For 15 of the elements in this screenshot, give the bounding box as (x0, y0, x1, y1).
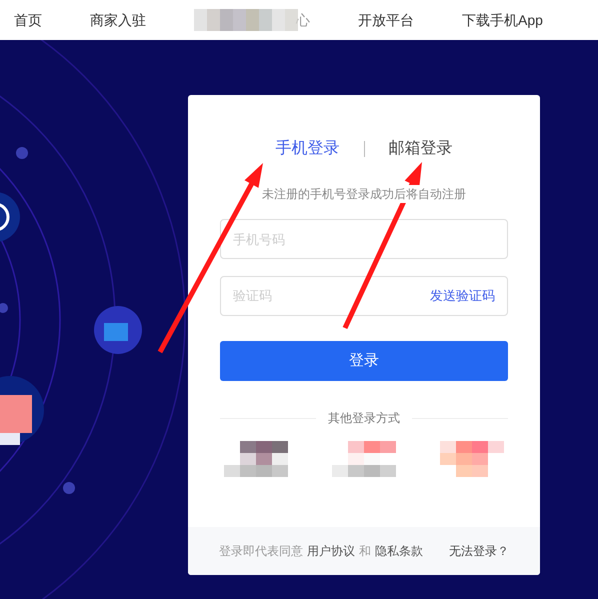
nav-link[interactable]: 下载手机App (462, 10, 543, 30)
agreement-text: 登录即代表同意 (219, 543, 303, 560)
section-title: 其他登录方式 (328, 410, 400, 427)
login-tab[interactable]: 手机登录 (276, 137, 340, 161)
login-tab[interactable]: 邮箱登录 (388, 137, 452, 161)
help-link[interactable]: 无法登录？ (449, 542, 509, 560)
privacy-link[interactable]: 隐私条款 (375, 542, 423, 560)
nav-link[interactable]: 商家入驻 (90, 10, 146, 30)
hint-text: 未注册的手机号登录成功后将自动注册 (262, 185, 466, 203)
nav-link[interactable]: 首页 (14, 10, 42, 30)
nav-link[interactable]: 开放平台 (358, 10, 414, 30)
send-code-link[interactable]: 发送验证码 (430, 286, 495, 306)
terms-link[interactable]: 用户协议 (307, 542, 355, 560)
login-button[interactable]: 登录 (220, 341, 508, 381)
agreement-text: 和 (359, 543, 371, 560)
